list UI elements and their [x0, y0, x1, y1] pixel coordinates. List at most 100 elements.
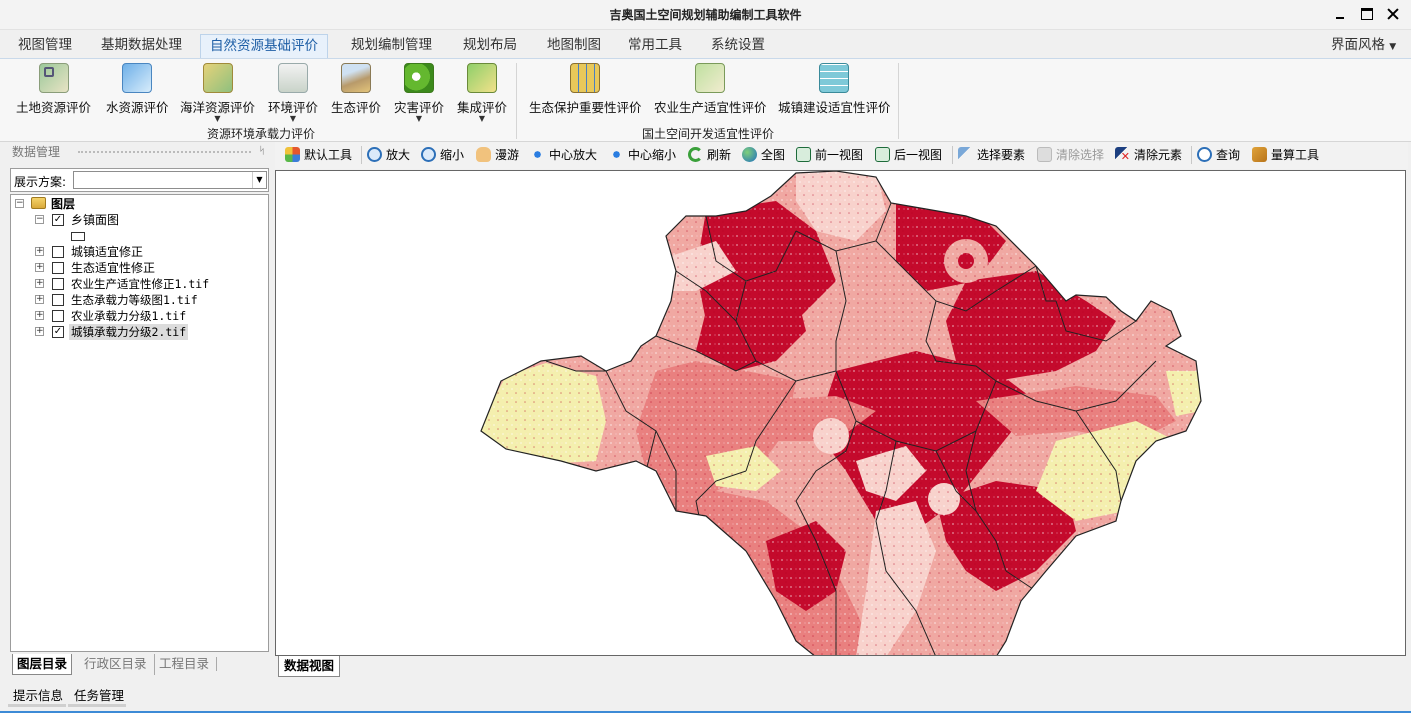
interface-style-menu[interactable]: 界面风格 ▼ [1322, 34, 1405, 58]
tree-layer-item[interactable]: + 城镇适宜修正 [11, 244, 261, 260]
tree-layer-item-selected[interactable]: + ✓ 城镇承载力分级2.tif [11, 324, 261, 340]
expand-icon[interactable]: + [35, 295, 44, 304]
data-management-panel: 数据管理 ᛋ 展示方案: ▼ − 图层 − ✓ 乡镇面图 + 城镇适宜修正 + … [6, 142, 271, 679]
map-canvas[interactable] [275, 170, 1406, 656]
layer-checkbox[interactable] [52, 278, 64, 290]
ecological-protection-evaluation-button[interactable]: 生态保护重要性评价 [529, 63, 642, 116]
full-extent-button[interactable]: 全图 [742, 146, 785, 164]
tool-label: 清除选择 [1056, 148, 1105, 162]
dropdown-arrow-icon[interactable]: ▼ [394, 115, 444, 123]
previous-view-button[interactable]: 前一视图 [796, 146, 863, 164]
ribbon: 土地资源评价 水资源评价 海洋资源评价 ▼ 环境评价 ▼ 生态评价 灾害评价 ▼ 集成… [0, 58, 1411, 142]
clear-elements-button[interactable]: ✕ 清除元素 [1115, 146, 1182, 164]
layer-checkbox[interactable] [52, 246, 64, 258]
ribbon-label: 土地资源评价 [16, 100, 92, 115]
refresh-button[interactable]: 刷新 [688, 146, 731, 164]
layer-checkbox[interactable] [52, 310, 64, 322]
chevron-down-icon[interactable]: ▼ [252, 172, 266, 188]
agriculture-suitability-evaluation-button[interactable]: 农业生产适宜性评价 [654, 63, 767, 116]
dropdown-arrow-icon[interactable]: ▼ [457, 115, 507, 123]
urban-construction-evaluation-button[interactable]: 城镇建设适宜性评价 [778, 63, 891, 116]
integrated-evaluation-button[interactable]: 集成评价 ▼ [457, 63, 507, 123]
expand-icon[interactable]: + [35, 263, 44, 272]
layer-name: 城镇适宜修正 [71, 245, 144, 259]
ribbon-label: 农业生产适宜性评价 [654, 100, 767, 115]
tab-layer-catalog[interactable]: 图层目录 [12, 654, 73, 675]
ribbon-label: 环境评价 [268, 100, 319, 115]
zoom-in-button[interactable]: 放大 [367, 146, 410, 164]
dropdown-arrow-icon[interactable]: ▼ [268, 115, 318, 123]
layer-checkbox[interactable] [52, 262, 64, 274]
next-view-button[interactable]: 后一视图 [875, 146, 942, 164]
collapse-icon[interactable]: − [15, 199, 24, 208]
ribbon-label: 海洋资源评价 [180, 100, 256, 115]
expand-icon[interactable]: + [35, 311, 44, 320]
tool-label: 刷新 [707, 148, 732, 162]
tab-task-management[interactable]: 任务管理 [74, 685, 124, 704]
layer-checkbox[interactable]: ✓ [52, 214, 64, 226]
tab-planning-management[interactable]: 规划编制管理 [342, 34, 441, 58]
ecology-evaluation-button[interactable]: 生态评价 [331, 63, 381, 116]
zoom-out-button[interactable]: 缩小 [421, 146, 464, 164]
tree-root[interactable]: − 图层 [11, 196, 261, 212]
expand-icon[interactable]: + [35, 247, 44, 256]
tab-base-data-processing[interactable]: 基期数据处理 [92, 34, 191, 58]
water-resource-evaluation-button[interactable]: 水资源评价 [106, 63, 169, 116]
marine-resource-evaluation-button[interactable]: 海洋资源评价 ▼ [180, 63, 256, 123]
tree-layer-item[interactable]: + 农业承载力分级1.tif [11, 308, 261, 324]
close-icon[interactable] [1387, 8, 1399, 20]
tab-natural-resource-evaluation[interactable]: 自然资源基础评价 [200, 34, 328, 58]
toolbar-divider [361, 146, 362, 164]
environment-evaluation-button[interactable]: 环境评价 ▼ [268, 63, 319, 123]
legend-swatch [71, 232, 85, 241]
center-zoom-out-button[interactable]: 中心缩小 [609, 146, 676, 164]
ribbon-label: 生态评价 [331, 100, 382, 115]
land-resource-evaluation-button[interactable]: 土地资源评价 [16, 63, 91, 116]
group-divider [898, 63, 899, 139]
expand-icon[interactable]: + [35, 279, 44, 288]
layers-icon [31, 197, 46, 209]
pan-button[interactable]: 漫游 [476, 146, 519, 164]
suitability-map[interactable] [276, 171, 1406, 656]
expand-icon[interactable]: + [35, 327, 44, 336]
tree-layer-item[interactable]: − ✓ 乡镇面图 [11, 212, 261, 228]
maximize-icon[interactable] [1361, 8, 1373, 20]
tree-layer-item[interactable]: + 生态适宜性修正 [11, 260, 261, 276]
default-tool-button[interactable]: 默认工具 [285, 146, 352, 164]
tab-map-making[interactable]: 地图制图 [538, 34, 610, 58]
tab-planning-layout[interactable]: 规划布局 [454, 34, 526, 58]
tab-hint-info[interactable]: 提示信息 [13, 685, 63, 704]
collapse-icon[interactable]: − [35, 215, 44, 224]
clear-selection-button[interactable]: 清除选择 [1037, 146, 1104, 164]
display-scheme-select[interactable]: ▼ [73, 171, 267, 189]
layer-checkbox[interactable]: ✓ [52, 326, 64, 338]
disaster-evaluation-button[interactable]: 灾害评价 ▼ [394, 63, 444, 123]
tab-data-view[interactable]: 数据视图 [278, 656, 341, 677]
pin-icon[interactable]: ᛋ [259, 142, 265, 162]
tree-layer-item[interactable]: + 农业生产适宜性修正1.tif [11, 276, 261, 292]
title-bar: 吉奥国土空间规划辅助编制工具软件 [0, 0, 1411, 30]
tab-view-management[interactable]: 视图管理 [9, 34, 81, 58]
forward-view-icon [875, 147, 890, 162]
tab-system-settings[interactable]: 系统设置 [702, 34, 774, 58]
query-button[interactable]: 查询 [1197, 146, 1240, 164]
land-map-icon [38, 63, 69, 93]
clear-selection-icon [1037, 147, 1052, 162]
layer-name: 农业生产适宜性修正1.tif [71, 277, 210, 291]
tab-common-tools[interactable]: 常用工具 [619, 34, 691, 58]
layer-checkbox[interactable] [52, 294, 64, 306]
select-feature-button[interactable]: 选择要素 [958, 146, 1025, 164]
minimize-icon[interactable] [1335, 8, 1347, 20]
chevron-down-icon: ▼ [1389, 42, 1397, 52]
tab-divider [216, 657, 217, 671]
layer-tree: − 图层 − ✓ 乡镇面图 + 城镇适宜修正 + 生态适宜性修正 + 农业生产适… [10, 194, 269, 652]
layer-name: 农业承载力分级1.tif [71, 309, 187, 323]
dropdown-arrow-icon[interactable]: ▼ [180, 115, 255, 123]
tab-underline [8, 704, 66, 707]
mountain-icon [341, 63, 371, 93]
tab-admin-catalog[interactable]: 行政区目录 [80, 654, 151, 675]
tree-layer-item[interactable]: + 生态承载力等级图1.tif [11, 292, 261, 308]
center-zoom-in-button[interactable]: 中心放大 [530, 146, 597, 164]
measure-tool-button[interactable]: 量算工具 [1252, 146, 1319, 164]
tab-project-catalog[interactable]: 工程目录 [154, 654, 213, 675]
